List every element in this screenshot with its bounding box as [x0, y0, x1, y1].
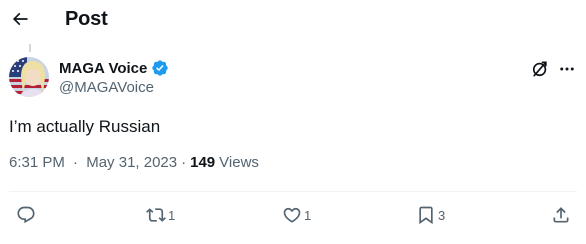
bookmark-button[interactable]: 3	[416, 202, 445, 228]
share-icon	[553, 207, 569, 223]
verified-badge-icon[interactable]	[151, 59, 169, 77]
tweet-text: I’m actually Russian	[9, 117, 161, 136]
more-dots-icon	[560, 67, 574, 71]
tweet-date: May 31, 2023	[86, 154, 178, 171]
like-count: 1	[304, 207, 312, 223]
more-options-button[interactable]	[556, 59, 578, 79]
reply-icon	[17, 206, 35, 224]
tweet-meta: 6:31 PM · May 31, 2023 · 149 Views	[9, 154, 259, 171]
bookmark-count: 3	[438, 207, 446, 223]
back-button[interactable]	[6, 5, 34, 33]
grok-icon	[532, 61, 547, 77]
meta-separator: ·	[181, 154, 187, 171]
avatar[interactable]	[9, 57, 49, 97]
bookmark-icon	[419, 206, 433, 225]
retweet-count: 1	[168, 207, 176, 223]
tweet-time: 6:31 PM	[9, 154, 65, 171]
tweet-time-link[interactable]: 6:31 PM · May 31, 2023	[9, 154, 177, 171]
arrow-left-icon	[12, 12, 28, 26]
views-label: Views	[219, 154, 259, 171]
author-display-name[interactable]: MAGA Voice	[59, 60, 147, 77]
thread-line	[29, 44, 31, 52]
author-block: MAGA Voice @MAGAVoice	[59, 58, 169, 96]
views-count: 149	[190, 154, 216, 171]
reply-button[interactable]	[16, 202, 38, 228]
divider	[9, 191, 577, 192]
page-header: Post	[0, 0, 586, 40]
avatar-image	[9, 57, 49, 97]
retweet-button[interactable]: 1	[146, 202, 175, 228]
action-bar: 1 1 3	[0, 202, 586, 228]
meta-separator: ·	[73, 154, 79, 171]
author-handle[interactable]: @MAGAVoice	[59, 79, 169, 96]
share-button[interactable]	[551, 202, 571, 228]
like-button[interactable]: 1	[282, 202, 311, 228]
heart-icon	[283, 207, 301, 223]
page-title: Post	[65, 8, 108, 30]
retweet-icon	[146, 208, 166, 222]
grok-button[interactable]	[530, 59, 550, 79]
